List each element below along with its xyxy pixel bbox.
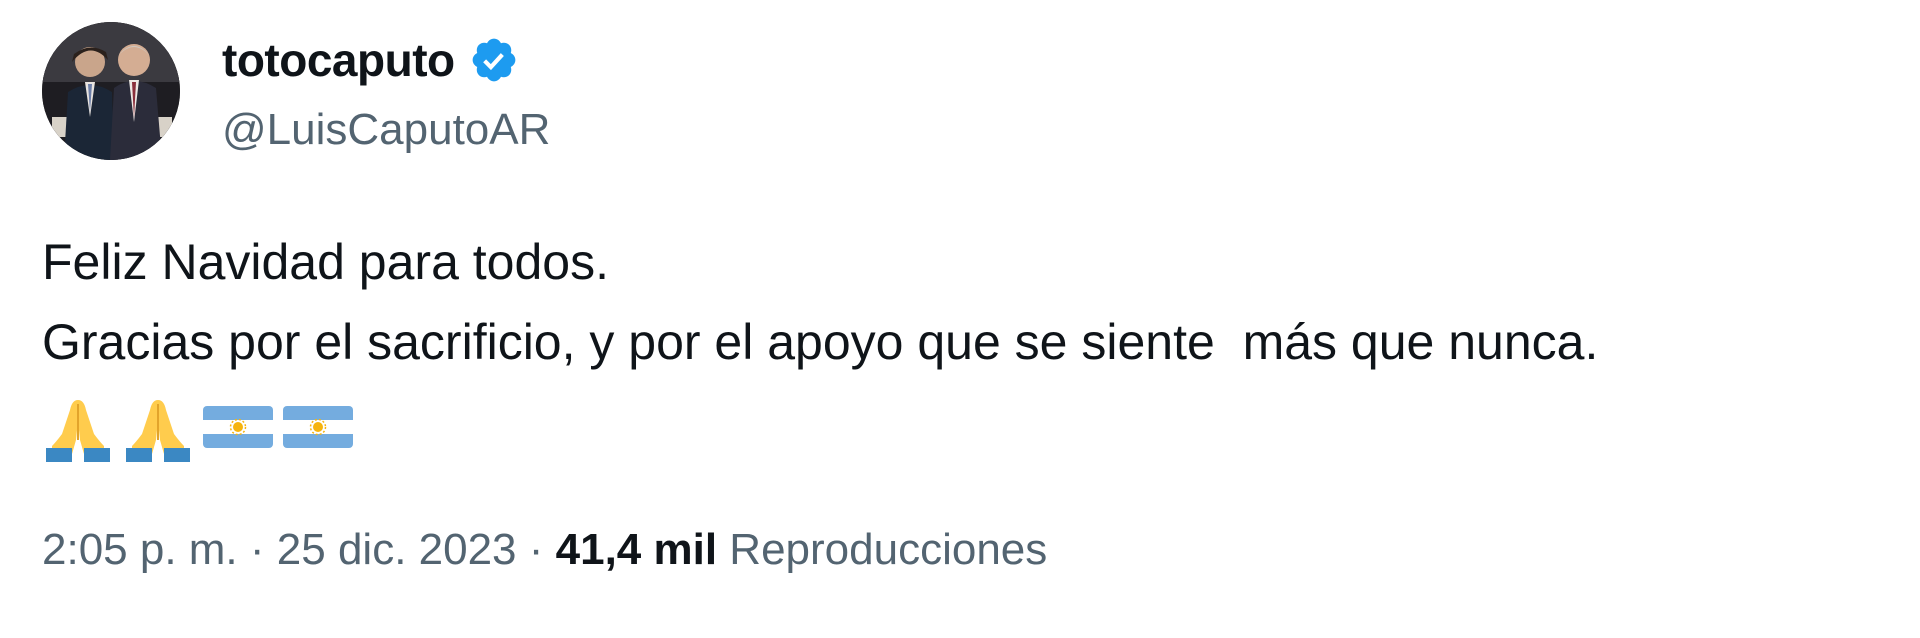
tweet-date[interactable]: 25 dic. 2023 xyxy=(277,525,517,574)
author-handle[interactable]: @LuisCaputoAR xyxy=(222,100,550,160)
verified-badge-icon xyxy=(469,35,519,85)
display-name[interactable]: totocaputo xyxy=(222,30,455,90)
emoji-row xyxy=(42,390,354,462)
folded-hands-icon xyxy=(122,390,194,462)
argentina-flag-icon xyxy=(202,390,274,462)
tweet-text-line-1: Feliz Navidad para todos. xyxy=(42,234,609,290)
argentina-flag-icon xyxy=(282,390,354,462)
separator-dot: · xyxy=(516,525,556,574)
author-name-row: totocaputo xyxy=(222,30,519,90)
views-label: Reproducciones xyxy=(717,525,1048,574)
views-count[interactable]: 41,4 mil xyxy=(556,525,717,574)
tweet-meta: 2:05 p. m. · 25 dic. 2023 · 41,4 mil Rep… xyxy=(42,520,1047,580)
separator-dot: · xyxy=(237,525,277,574)
avatar[interactable] xyxy=(42,22,180,160)
tweet-time[interactable]: 2:05 p. m. xyxy=(42,525,238,574)
tweet-text: Feliz Navidad para todos. Gracias por el … xyxy=(42,222,1598,382)
folded-hands-icon xyxy=(42,390,114,462)
tweet-text-line-2: Gracias por el sacrificio, y por el apoy… xyxy=(42,314,1599,370)
tweet-card: totocaputo @LuisCaputoAR Feliz Navidad p… xyxy=(0,0,1920,638)
